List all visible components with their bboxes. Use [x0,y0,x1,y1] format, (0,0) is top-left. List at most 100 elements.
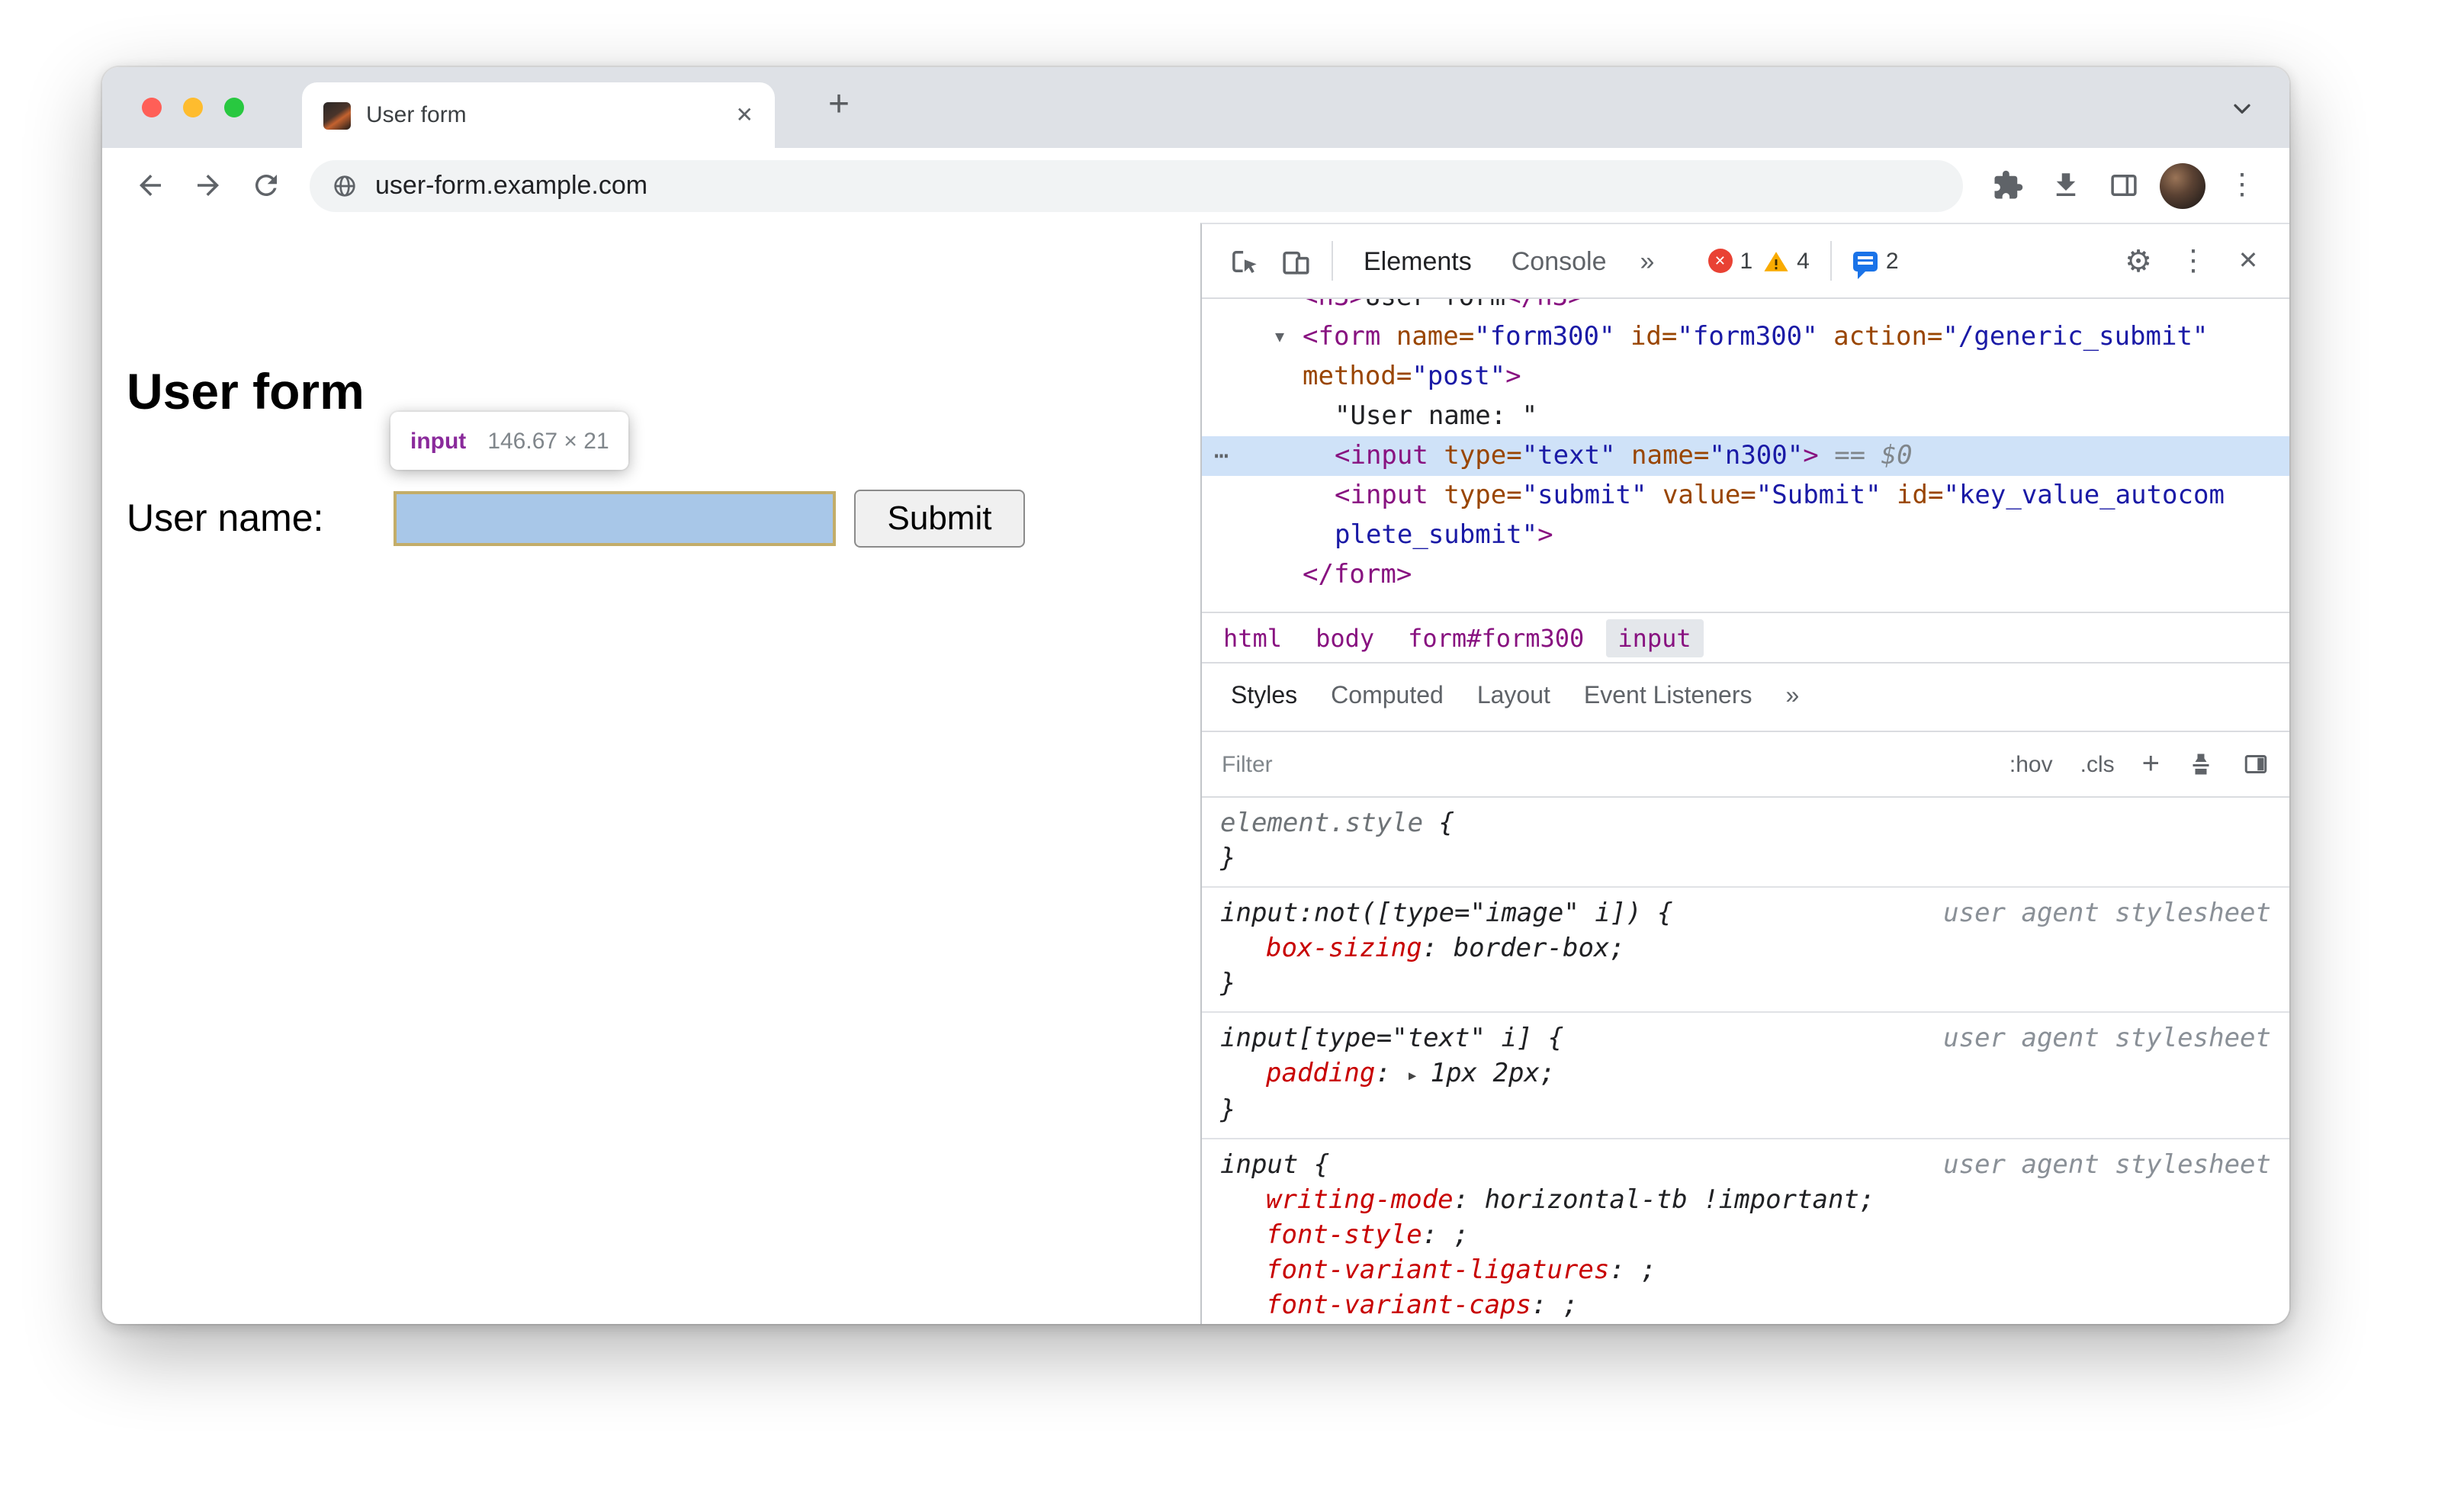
format-styles-icon[interactable] [2187,750,2215,778]
filter-input[interactable]: Filter [1222,751,2009,777]
toggle-element-state-button[interactable]: :hov [2009,751,2053,777]
dom-node-line[interactable]: <input type="submit" value="Submit" id="… [1202,476,2289,516]
profile-avatar[interactable] [2160,162,2205,208]
code-token: "Submit" [1756,480,1881,511]
tooltip-dimensions: 146.67 × 21 [487,428,609,454]
element-classes-button[interactable]: .cls [2080,751,2115,777]
window-content: User form input 146.67 × 21 User name: S… [102,223,2289,1324]
breadcrumb-bar: html body form#form300 input [1202,612,2289,662]
issues-badge[interactable]: 2 [1853,248,1899,278]
tab-close-icon[interactable]: ✕ [736,102,753,128]
devtools-menu-kebab-icon[interactable]: ⋮ [2167,235,2219,287]
styles-tab-styles[interactable]: Styles [1214,683,1314,711]
toolbar-divider [1830,241,1833,281]
error-count: 1 [1740,248,1753,274]
submit-button[interactable]: Submit [854,490,1025,548]
dom-node-line[interactable]: plete_submit"> [1202,516,2289,555]
code-token: name= [1615,441,1710,471]
tab-favicon [323,101,351,129]
username-input[interactable] [394,491,836,546]
code-token: "text" [1521,441,1616,471]
dom-node-line[interactable]: "User name: " [1202,397,2289,436]
reload-button[interactable] [236,156,294,214]
code-token: action= [1817,322,1943,352]
side-panel-icon[interactable] [2094,156,2152,214]
devtools-toolbar-right: ⚙ ⋮ ✕ [2112,235,2274,287]
rule-close-brace: } [1220,843,1236,874]
breadcrumb-item[interactable]: body [1316,623,1374,652]
inspect-element-icon[interactable] [1217,235,1269,287]
browser-window: User form ✕ + user-form.example.com ⋮ Us… [102,67,2289,1324]
device-toolbar-icon[interactable] [1269,235,1321,287]
style-rule: element.style {} [1202,798,2289,888]
css-property[interactable]: font-style: ; [1220,1219,2271,1254]
code-token: <h3> [1303,299,1365,313]
dom-node-line[interactable]: ⋯ <input type="text" name="n300"> == $0 [1202,436,2289,476]
code-token: > [1803,441,1819,471]
css-property[interactable]: box-sizing: border-box; [1220,932,2271,967]
breadcrumb-item[interactable]: html [1223,623,1282,652]
close-window-button[interactable] [142,98,162,117]
desktop-background: User form ✕ + user-form.example.com ⋮ Us… [0,0,2464,1507]
browser-menu-kebab-icon[interactable]: ⋮ [2213,156,2271,214]
code-token: value= [1646,480,1756,511]
css-property[interactable]: font-variant-caps: ; [1220,1289,2271,1324]
warning-count: 4 [1797,248,1810,274]
styles-tab-layout[interactable]: Layout [1460,683,1567,711]
code-token: "key_value_autocom [1943,480,2225,511]
browser-toolbar: user-form.example.com ⋮ [102,148,2289,223]
dom-clipped-line: <h3>User form</h3> [1202,299,2289,317]
toggle-sidebar-icon[interactable] [2242,750,2270,778]
styles-more-tabs-button[interactable]: » [1768,683,1816,711]
code-token: </h3> [1505,299,1583,313]
styles-rules: element.style {} user agent stylesheet inp… [1202,798,2289,1324]
expand-arrow-icon[interactable]: ▼ [1275,319,1284,358]
rule-close-brace: } [1220,969,1236,999]
error-badge[interactable]: ✕ 1 [1707,248,1752,274]
extensions-puzzle-icon[interactable] [1978,156,2036,214]
tab-console[interactable]: Console [1492,223,1627,298]
browser-tab[interactable]: User form ✕ [302,82,775,148]
tab-elements[interactable]: Elements [1344,223,1492,298]
rule-selector[interactable]: element.style { [1220,807,2271,842]
site-info-globe-icon[interactable] [331,172,358,199]
downloads-icon[interactable] [2036,156,2094,214]
code-token: id= [1614,322,1678,352]
styles-tab-computed[interactable]: Computed [1314,683,1460,711]
warning-badge[interactable]: 4 [1763,248,1810,274]
back-button[interactable] [120,156,178,214]
css-property[interactable]: padding: ▸ 1px 2px; [1220,1057,2271,1094]
devtools-close-icon[interactable]: ✕ [2222,235,2274,287]
error-icon: ✕ [1707,249,1733,273]
settings-gear-icon[interactable]: ⚙ [2112,235,2164,287]
css-property[interactable]: writing-mode: horizontal-tb !important; [1220,1184,2271,1219]
dom-node-line[interactable]: method="post"> [1202,357,2289,397]
css-property[interactable]: font-variant-ligatures: ; [1220,1254,2271,1289]
address-bar[interactable]: user-form.example.com [310,159,1963,211]
code-token: > [1505,361,1521,392]
new-style-rule-button[interactable]: + [2142,749,2160,779]
tab-overflow-chevron-icon[interactable] [2228,95,2256,122]
forward-button[interactable] [178,156,236,214]
breadcrumb-item[interactable]: input [1605,619,1704,657]
code-token: > [1537,520,1553,551]
dom-node-line[interactable]: </form> [1202,555,2289,595]
code-token: "User name: " [1335,401,1538,432]
dom-node-line[interactable]: ▼ <form name="form300" id="form300" actio… [1202,317,2289,357]
tab-strip: User form ✕ + [102,67,2289,148]
more-panels-button[interactable]: » [1627,223,1669,298]
node-menu-dots-icon[interactable]: ⋯ [1214,436,1229,476]
breadcrumb-item[interactable]: form#form300 [1408,623,1584,652]
web-page: User form input 146.67 × 21 User name: S… [102,223,1200,1324]
elements-tree: <h3>User form</h3> ▼<form name="form300"… [1202,299,2289,612]
tooltip-tag-name: input [410,428,467,454]
expand-value-icon[interactable]: ▸ [1406,1065,1430,1088]
styles-tab-event-listeners[interactable]: Event Listeners [1567,683,1769,711]
minimize-window-button[interactable] [183,98,203,117]
code-token: "n300" [1709,441,1804,471]
zoom-window-button[interactable] [224,98,244,117]
new-tab-button[interactable]: + [816,67,862,148]
window-controls [142,98,244,117]
styles-filter-bar: Filter :hov .cls + [1202,731,2289,798]
url-text: user-form.example.com [375,170,648,199]
